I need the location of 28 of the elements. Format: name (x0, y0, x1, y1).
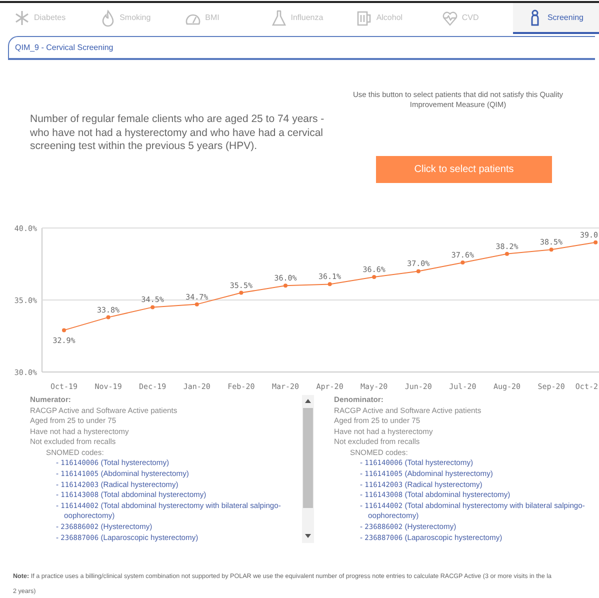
flame-icon (100, 8, 116, 26)
data-point (194, 302, 199, 306)
measure-description: Number of regular female clients who are aged 25 to 74 years - who have not had a hysterectomy and who have had a cervical screening test within the previous 5 years (HPV). (30, 113, 326, 154)
mug-icon (356, 8, 372, 26)
category-tab[interactable]: Diabetes (0, 3, 86, 34)
data-point (594, 240, 598, 244)
data-point (416, 269, 420, 274)
category-tab[interactable]: Smoking (86, 3, 172, 34)
data-point (372, 274, 376, 279)
flask-icon (270, 8, 287, 26)
data-point (460, 260, 465, 264)
category-tab[interactable]: Alcohol (342, 3, 428, 34)
data-point (239, 290, 244, 295)
data-point (505, 252, 509, 256)
scrollbar-drawing[interactable] (302, 394, 314, 543)
data-point (106, 315, 110, 320)
data-point (549, 248, 554, 252)
data-point (328, 282, 332, 286)
subtab-label[interactable]: QIM_9 - Cervical Screening (15, 42, 114, 54)
data-point (62, 328, 66, 332)
data-point (284, 284, 288, 288)
category-tab[interactable]: Influenza (256, 3, 342, 34)
category-tab[interactable]: CVD (428, 3, 514, 34)
asterisk-icon (14, 8, 30, 26)
data-point (150, 305, 155, 310)
category-tab[interactable]: Screening (513, 3, 599, 34)
select-patients-button[interactable]: Click to select patients (376, 156, 552, 183)
category-tab[interactable]: BMI (171, 3, 257, 34)
